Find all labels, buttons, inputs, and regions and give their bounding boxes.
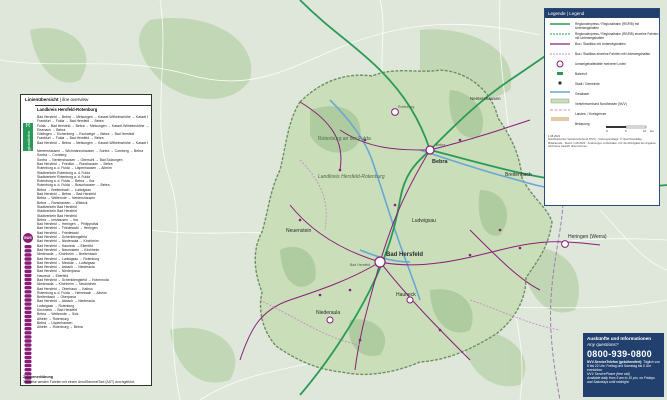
bus-line-marker xyxy=(24,261,32,265)
place-label: Neuenstein xyxy=(286,228,312,234)
hotline-box: Auskünfte und Informationen Any question… xyxy=(583,333,664,397)
legend-row: Regionalexpress / Regionalbahn (RE/RB) m… xyxy=(575,22,639,30)
rail-badge-word: Regionalbahn xyxy=(25,131,31,156)
legend-row: Bahnhof xyxy=(575,72,587,76)
hotline-line4: Available daily from 5 am to 10 pm, on F… xyxy=(587,376,655,384)
scale-bar: 0 5 10 km xyxy=(606,125,655,133)
legend-row: Regionalexpress / Regionalbahn (RE/RB) e… xyxy=(575,32,659,40)
bus-line-marker xyxy=(24,347,32,351)
bus-line-marker xyxy=(24,290,32,294)
hub-niederaula[interactable] xyxy=(326,316,334,324)
legend-title: Legende xyxy=(548,11,566,16)
bus-line-marker xyxy=(24,314,32,319)
bus-line-marker xyxy=(24,322,32,327)
bus-line-marker xyxy=(24,363,32,368)
bus-line-marker xyxy=(24,281,32,286)
legend-title-en: Legend xyxy=(569,11,585,16)
bus-line-marker xyxy=(24,335,32,339)
place-label: Bebra xyxy=(436,143,445,147)
legend-panel: Legende | Legend Regionalexpress / Regio… xyxy=(544,8,660,206)
bus-line-marker xyxy=(24,355,32,360)
line-overview-stripe: R Regionalbahn BUS xyxy=(21,105,35,384)
legend-row: Bus / Stadtbus mit Unterwegshalten xyxy=(575,42,626,46)
hotline-title-en: Any questions? xyxy=(587,341,619,347)
place-label: Bebra xyxy=(432,159,449,165)
bus-line-markers xyxy=(24,245,32,384)
bus-line-marker xyxy=(24,245,32,249)
legend-row: Bus / Stadtbus einzelne Fahrten mit Unte… xyxy=(575,52,651,56)
legend-header: Legende | Legend xyxy=(545,9,659,18)
hub-heringen[interactable] xyxy=(561,240,569,248)
legend-row: Gewässer xyxy=(575,92,590,96)
place-label: Landkreis Hersfeld-Rotenburg xyxy=(318,174,385,180)
hotline-number[interactable]: 0800-939-0800 xyxy=(587,349,660,359)
bus-line-marker xyxy=(24,343,32,347)
line-overview-subtitle: Landkreis Hersfeld-Rotenburg xyxy=(37,107,98,112)
place-label: Hauneck xyxy=(396,292,416,298)
line-overview-title-en: line overview xyxy=(62,97,89,102)
legend-row: Bebauung xyxy=(575,122,590,126)
bus-line-marker xyxy=(24,286,32,290)
place-label: Nentershausen xyxy=(470,96,501,101)
hotline-title-de: Auskünfte und Informationen xyxy=(587,336,652,341)
hub-bad-hersfeld[interactable] xyxy=(374,256,386,268)
scale-mid: 5 xyxy=(625,129,627,133)
bus-line-row[interactable]: Alheim → Rotenburg → Bebra xyxy=(37,325,148,329)
place-label: Bad Hersfeld xyxy=(386,252,423,258)
bus-line-marker xyxy=(24,253,32,257)
place-label: Bad Hersfeld xyxy=(350,263,370,267)
bus-line-marker xyxy=(24,273,32,278)
legend-row: Umsteigehaltestelle mehrerer Linien xyxy=(575,62,627,66)
place-label: Rotenburg xyxy=(398,105,414,109)
bus-line-marker xyxy=(24,257,32,261)
bus-line-marker xyxy=(24,249,32,253)
bus-line-marker xyxy=(24,302,32,306)
bus-line-marker xyxy=(24,269,32,273)
bus-line-marker xyxy=(24,294,32,298)
bus-badge: BUS xyxy=(23,233,33,243)
scale-unit: km xyxy=(650,129,655,133)
bus-line-marker xyxy=(24,359,32,364)
bus-line-marker xyxy=(24,277,32,282)
scale-max: 10 xyxy=(643,129,647,133)
rail-badge: R Regionalbahn xyxy=(23,123,33,156)
bus-line-marker xyxy=(24,327,32,331)
place-label: Heringen (Werra) xyxy=(568,234,607,240)
bus-line-marker xyxy=(24,318,32,323)
place-label: Niederaula xyxy=(316,310,340,316)
line-overview-footnote: Zeichenerklärung Teilweise werden Fahrte… xyxy=(23,375,149,384)
bus-line-marker xyxy=(24,339,32,343)
bus-line-marker xyxy=(24,306,32,310)
bus-line-marker xyxy=(24,351,32,355)
rail-badge-letter: R xyxy=(25,123,31,129)
line-list: Bad Hersfeld → Bebra → Melsungen → Kasse… xyxy=(37,115,148,330)
legend-row: Verkehrsverbund Nordhessen (NVV) xyxy=(575,102,627,106)
line-overview-panel: Linienübersicht | line overview R Region… xyxy=(20,94,152,386)
scale-min: 0 xyxy=(606,129,608,133)
hub-rotenburg[interactable] xyxy=(391,108,399,116)
legend-row: Landes- / Kreisgrenze xyxy=(575,112,607,116)
bus-line-marker xyxy=(24,298,32,302)
place-label: Ludwigsau xyxy=(412,218,436,224)
bus-line-marker xyxy=(24,310,32,314)
rail-line-row[interactable]: Bad Hersfeld → Bebra → Melsungen → Kasse… xyxy=(37,141,148,145)
hotline-text: NVV-ServiceTelefon (gebührenfrei): Tägli… xyxy=(587,360,660,384)
line-overview-header: Linienübersicht | line overview xyxy=(21,95,151,106)
footnote-text: Teilweise werden Fahrten mit einem Anruf… xyxy=(23,379,136,384)
legend-note-text: Nordhessischer VerkehrsVerbund (NVV) · K… xyxy=(548,138,657,148)
legend-row: Stadt / Gemeinde xyxy=(575,82,600,86)
bus-line-marker xyxy=(24,368,32,372)
place-label: Breitenbach xyxy=(505,172,532,178)
legend-symbols xyxy=(550,23,570,121)
hotline-title: Auskünfte und Informationen Any question… xyxy=(587,336,660,347)
hub-bebra[interactable] xyxy=(425,145,435,155)
place-label: Rotenburg an der Fulda xyxy=(318,136,371,142)
line-overview-title: Linienübersicht xyxy=(25,97,59,102)
legend-note: 1.08.2023 Nordhessischer VerkehrsVerbund… xyxy=(548,135,656,148)
bus-line-marker xyxy=(24,265,32,269)
bus-line-marker xyxy=(24,331,32,335)
